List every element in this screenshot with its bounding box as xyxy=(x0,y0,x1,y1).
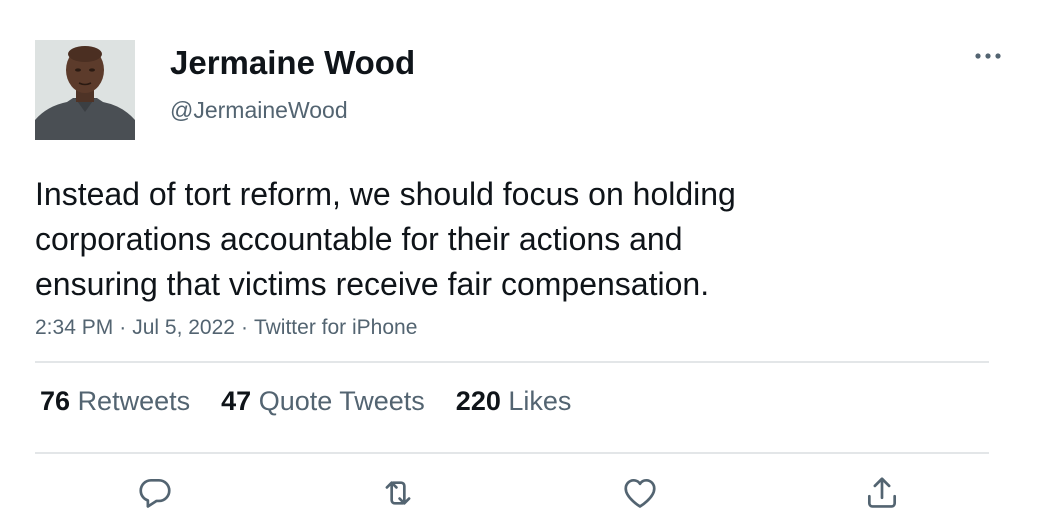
tweet-time[interactable]: 2:34 PM xyxy=(35,316,113,339)
more-options-icon[interactable] xyxy=(970,46,1006,66)
author-handle[interactable]: @JermaineWood xyxy=(170,97,348,124)
tweet-text-line: Instead of tort reform, we should focus … xyxy=(35,176,736,212)
tweet-metadata: 2:34 PM · Jul 5, 2022 · Twitter for iPhone xyxy=(35,316,417,340)
like-icon[interactable] xyxy=(620,472,660,514)
author-name[interactable]: Jermaine Wood xyxy=(170,44,415,82)
tweet-stats: 76 Retweets 47 Quote Tweets 220 Likes xyxy=(40,386,602,417)
avatar[interactable] xyxy=(35,40,135,140)
reply-icon[interactable] xyxy=(135,472,175,514)
likes-label: Likes xyxy=(508,386,572,416)
quote-tweets-count: 47 xyxy=(221,386,252,416)
retweets-stat[interactable]: 76 Retweets xyxy=(40,386,190,417)
retweets-label: Retweets xyxy=(77,386,191,416)
tweet-text: Instead of tort reform, we should focus … xyxy=(35,172,965,307)
quote-tweets-label: Quote Tweets xyxy=(258,386,425,416)
quote-tweets-stat[interactable]: 47 Quote Tweets xyxy=(221,386,425,417)
retweet-icon[interactable] xyxy=(378,472,418,514)
divider xyxy=(35,452,989,454)
share-icon[interactable] xyxy=(862,472,902,514)
separator: · xyxy=(119,316,127,339)
divider xyxy=(35,361,989,363)
tweet-text-line: ensuring that victims receive fair compe… xyxy=(35,266,710,302)
tweet-date[interactable]: Jul 5, 2022 xyxy=(132,316,235,339)
likes-count: 220 xyxy=(455,386,501,416)
separator: · xyxy=(240,316,248,339)
tweet-source[interactable]: Twitter for iPhone xyxy=(254,316,417,339)
avatar-photo xyxy=(35,40,135,140)
tweet-text-line: corporations accountable for their actio… xyxy=(35,221,683,257)
retweets-count: 76 xyxy=(40,386,71,416)
likes-stat[interactable]: 220 Likes xyxy=(456,386,572,417)
